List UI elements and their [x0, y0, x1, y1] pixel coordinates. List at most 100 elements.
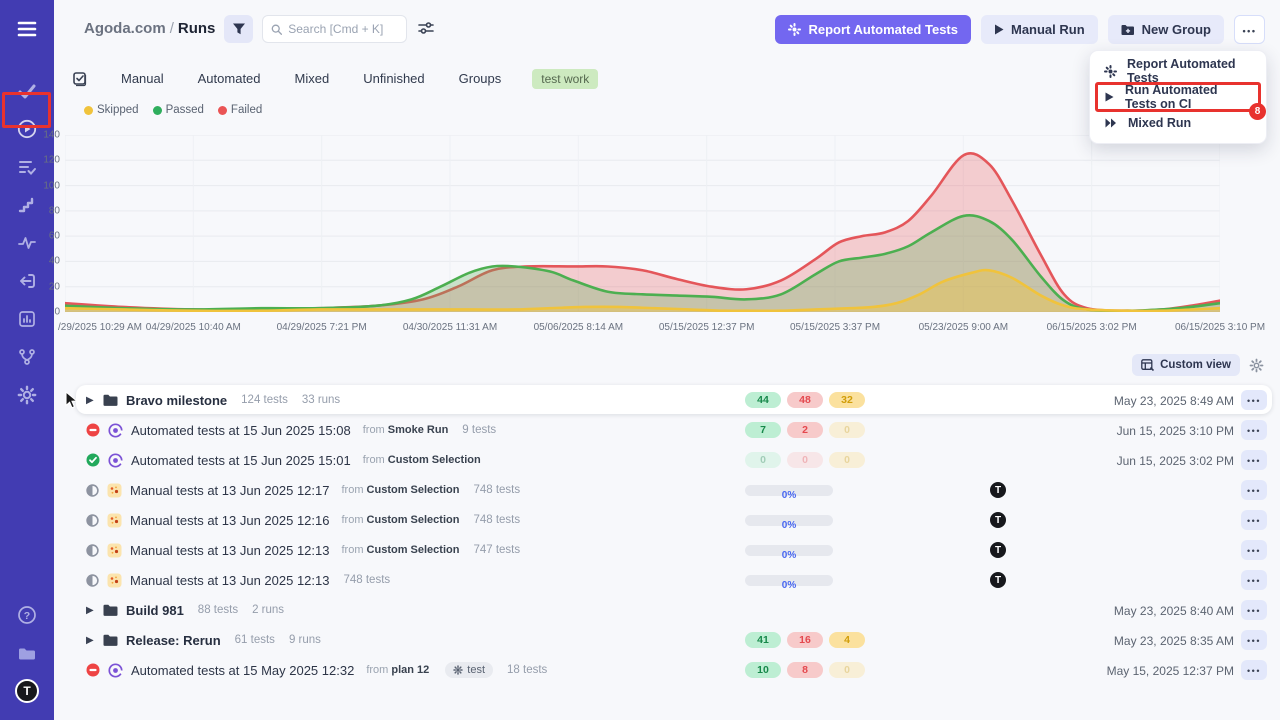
- run-date: May 23, 2025 8:49 AM: [1114, 394, 1234, 408]
- run-row[interactable]: Manual tests at 13 Jun 2025 12:16from Cu…: [54, 505, 1280, 535]
- more-actions-button[interactable]: [1234, 15, 1265, 44]
- chart-y-axis: 020406080100120140: [0, 135, 60, 312]
- manual-run-button[interactable]: Manual Run: [981, 15, 1098, 44]
- row-more-button[interactable]: [1241, 660, 1267, 680]
- badge-green: 0: [745, 452, 781, 468]
- run-title[interactable]: Manual tests at 13 Jun 2025 12:16: [130, 513, 329, 528]
- runs-page: ? T Agoda.com/Runs Report Automated Test…: [0, 0, 1280, 720]
- tag-test-work[interactable]: test work: [532, 69, 598, 89]
- group-title[interactable]: Release: Rerun: [126, 633, 221, 648]
- filter-button[interactable]: [224, 15, 253, 43]
- row-more-button[interactable]: [1241, 570, 1267, 590]
- runs-history-chart[interactable]: [65, 135, 1220, 312]
- x-tick: 05/23/2025 9:00 AM: [919, 322, 1009, 333]
- row-more-button[interactable]: [1241, 510, 1267, 530]
- expand-chevron-icon[interactable]: ▶︎: [86, 395, 95, 406]
- automated-run-icon: [108, 423, 123, 438]
- tab-unfinished[interactable]: Unfinished: [346, 67, 441, 90]
- assignee-avatar[interactable]: T: [990, 512, 1006, 528]
- user-avatar[interactable]: T: [0, 672, 54, 710]
- menu-item-report-automated-tests[interactable]: Report Automated Tests: [1090, 58, 1266, 84]
- expand-chevron-icon[interactable]: ▶︎: [86, 605, 95, 616]
- group-row[interactable]: ▶︎Build 98188 tests2 runsMay 23, 2025 8:…: [54, 595, 1280, 625]
- assignee-avatar[interactable]: T: [990, 572, 1006, 588]
- run-title[interactable]: Automated tests at 15 Jun 2025 15:08: [131, 423, 351, 438]
- group-meta: 2 runs: [252, 604, 284, 616]
- row-more-button[interactable]: [1241, 420, 1267, 440]
- group-row[interactable]: ▶︎Release: Rerun61 tests9 runs41164May 2…: [54, 625, 1280, 655]
- row-more-button[interactable]: [1241, 450, 1267, 470]
- search-icon: [271, 23, 282, 36]
- legend-passed[interactable]: Passed: [153, 104, 204, 116]
- assignee-avatar[interactable]: T: [990, 542, 1006, 558]
- run-row[interactable]: Automated tests at 15 Jun 2025 15:01from…: [54, 445, 1280, 475]
- tab-automated[interactable]: Automated: [181, 67, 278, 90]
- report-automated-tests-button[interactable]: Report Automated Tests: [775, 15, 971, 44]
- legend-failed[interactable]: Failed: [218, 104, 262, 116]
- new-group-button[interactable]: New Group: [1108, 15, 1224, 44]
- progress-bar: 0%: [745, 485, 833, 496]
- search-input[interactable]: [288, 22, 398, 36]
- menu-item-run-automated-tests-on-ci[interactable]: Run Automated Tests on CI 8: [1090, 84, 1266, 110]
- legend-skipped[interactable]: Skipped: [84, 104, 139, 116]
- menu-icon[interactable]: [0, 10, 54, 48]
- progress-value: 0%: [782, 490, 796, 501]
- tab-groups[interactable]: Groups: [442, 67, 519, 90]
- breadcrumb-project[interactable]: Agoda.com: [84, 20, 166, 37]
- branch-icon[interactable]: [0, 338, 54, 376]
- run-source: from Custom Selection: [341, 544, 459, 556]
- group-title[interactable]: Bravo milestone: [126, 393, 227, 408]
- folder-icon: [103, 394, 118, 407]
- run-row[interactable]: Automated tests at 15 May 2025 12:32from…: [54, 655, 1280, 685]
- tag-gear-icon: [453, 665, 463, 675]
- report-gear-icon: [1104, 65, 1117, 78]
- run-row[interactable]: Manual tests at 13 Jun 2025 12:13 from Cu…: [54, 535, 1280, 565]
- expand-chevron-icon[interactable]: ▶︎: [86, 635, 95, 646]
- row-more-button[interactable]: [1241, 540, 1267, 560]
- row-more-button[interactable]: [1241, 390, 1267, 410]
- run-title[interactable]: Manual tests at 13 Jun 2025 12:17: [130, 483, 329, 498]
- help-icon[interactable]: ?: [0, 596, 54, 634]
- badge-red: 48: [787, 392, 823, 408]
- run-row[interactable]: Automated tests at 15 Jun 2025 15:08from…: [54, 415, 1280, 445]
- actions-dropdown-menu: Report Automated Tests Run Automated Tes…: [1089, 50, 1267, 144]
- manual-run-icon: [107, 543, 122, 558]
- manual-run-icon: [107, 513, 122, 528]
- more-icon: [1243, 22, 1257, 37]
- run-row[interactable]: Manual tests at 13 Jun 2025 12:13748 tes…: [54, 565, 1280, 595]
- check-icon[interactable]: [0, 72, 54, 110]
- status-in-progress-icon: [86, 574, 99, 587]
- badge-red: 0: [787, 452, 823, 468]
- run-tag[interactable]: test: [445, 662, 493, 678]
- assignee-avatar[interactable]: T: [990, 482, 1006, 498]
- group-row[interactable]: ▶︎Bravo milestone124 tests33 runs444832M…: [54, 385, 1280, 415]
- group-title[interactable]: Build 981: [126, 603, 184, 618]
- run-row[interactable]: Manual tests at 13 Jun 2025 12:17from Cu…: [54, 475, 1280, 505]
- row-more-button[interactable]: [1241, 480, 1267, 500]
- run-title[interactable]: Manual tests at 13 Jun 2025 12:13: [130, 543, 329, 558]
- row-more-button[interactable]: [1241, 600, 1267, 620]
- more-icon: [1247, 481, 1261, 499]
- badge-yellow: 32: [829, 392, 865, 408]
- sliders-icon[interactable]: [418, 20, 434, 41]
- table-icon: [1141, 359, 1154, 371]
- menu-item-mixed-run[interactable]: Mixed Run: [1090, 110, 1266, 136]
- x-tick: 04/29/2025 7:21 PM: [277, 322, 367, 333]
- play-icon: [994, 24, 1004, 35]
- x-tick: 04/30/2025 11:31 AM: [403, 322, 497, 333]
- tab-mixed[interactable]: Mixed: [278, 67, 347, 90]
- tab-manual[interactable]: Manual: [104, 67, 181, 90]
- search-box[interactable]: [262, 15, 407, 43]
- run-title[interactable]: Automated tests at 15 May 2025 12:32: [131, 663, 354, 678]
- gear-icon[interactable]: [0, 376, 54, 414]
- badge-red: 8: [787, 662, 823, 678]
- folder-icon[interactable]: [0, 634, 54, 672]
- run-title[interactable]: Automated tests at 15 Jun 2025 15:01: [131, 453, 351, 468]
- select-runs-icon[interactable]: [72, 71, 88, 87]
- view-settings-gear-icon[interactable]: [1249, 358, 1264, 373]
- automated-run-icon: [108, 453, 123, 468]
- result-badges: 1080: [745, 662, 865, 678]
- custom-view-button[interactable]: Custom view: [1132, 354, 1240, 376]
- row-more-button[interactable]: [1241, 630, 1267, 650]
- run-title[interactable]: Manual tests at 13 Jun 2025 12:13: [130, 573, 329, 588]
